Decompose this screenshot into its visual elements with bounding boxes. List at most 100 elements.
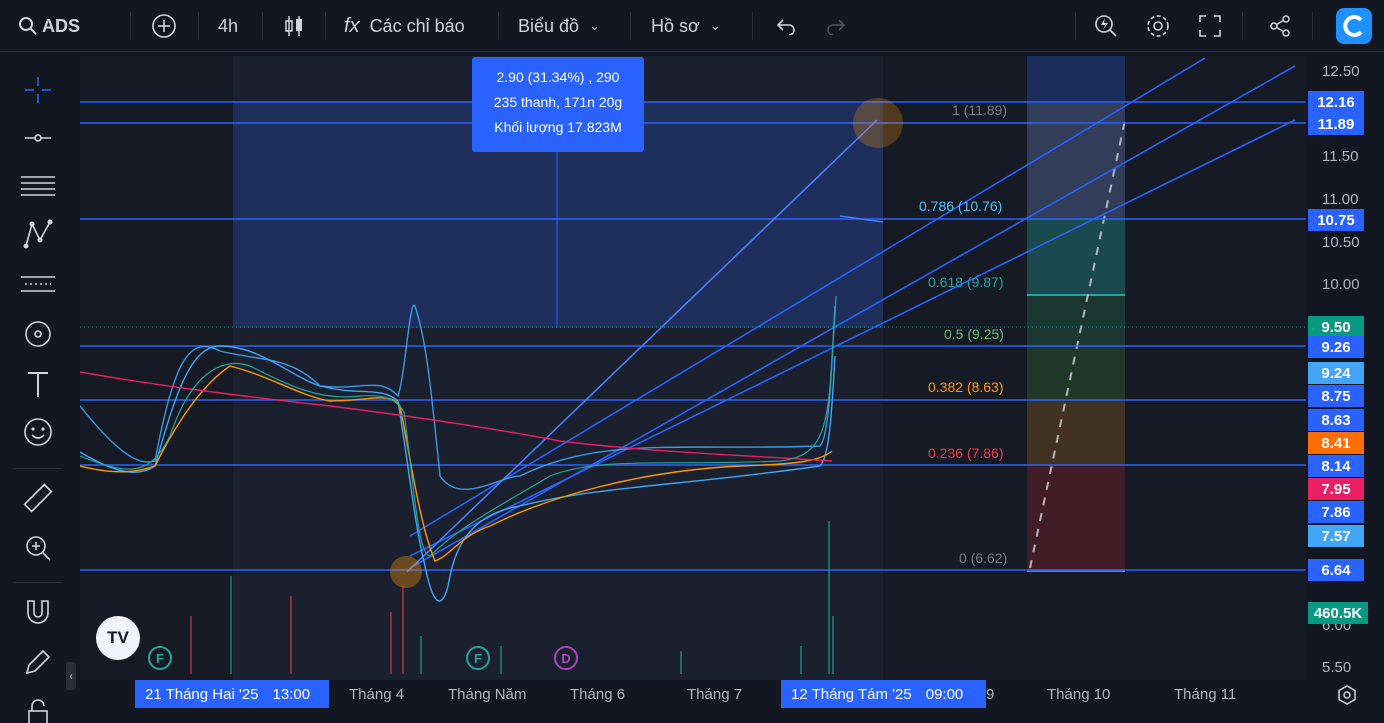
crosshair-icon: [25, 77, 51, 103]
range-start-date: 21 Tháng Hai '25: [145, 685, 259, 703]
time-label: Tháng 7: [687, 686, 743, 703]
price-badge: 11.89: [1308, 113, 1364, 135]
interval-button[interactable]: 4h: [218, 0, 238, 52]
trendline-tool[interactable]: [18, 118, 58, 158]
fib-level-1: 1 (11.89): [952, 102, 1007, 118]
gear-icon: [1338, 685, 1356, 705]
range-start-badge: 21 Tháng Hai '25 13:00: [135, 680, 329, 708]
price-badge: 7.86: [1308, 501, 1364, 523]
zoom-in-icon: [26, 536, 51, 561]
magnet-tool[interactable]: [18, 592, 58, 632]
price-badge: 8.14: [1308, 455, 1364, 477]
chevron-left-icon: ‹: [69, 670, 73, 682]
time-label-cut: 9: [986, 686, 995, 703]
quick-search-button[interactable]: [1092, 0, 1120, 52]
price-badge: 10.75: [1308, 209, 1364, 231]
share-icon: [1266, 12, 1294, 40]
brush-circle-icon: [25, 321, 51, 347]
crosshair-tool[interactable]: [18, 70, 58, 110]
fib-level-05: 0.5 (9.25): [944, 326, 1004, 342]
profile-menu-button[interactable]: Hồ sơ ⌄: [651, 0, 721, 52]
time-label: Tháng 10: [1047, 686, 1111, 703]
indicators-label: Các chỉ báo: [369, 15, 465, 36]
measure-volume: Khối lượng 17.823M: [494, 119, 622, 135]
top-toolbar: ADS 4h fx Các chỉ báo Biểu đồ ⌄ Hồ sơ ⌄: [0, 0, 1384, 52]
fib-level-0618: 0.618 (9.87): [928, 274, 1004, 290]
chart-pane[interactable]: 2.90 (31.34%) , 290 235 thanh, 171n 20g …: [80, 56, 1306, 680]
event-marker-f[interactable]: F: [466, 646, 490, 670]
lock-tool[interactable]: [18, 692, 58, 723]
lightning-search-icon: [1092, 12, 1120, 40]
price-badge: 9.26: [1308, 336, 1364, 358]
price-badge: 9.50: [1308, 316, 1364, 338]
price-badge: 6.64: [1308, 559, 1364, 581]
horizontal-lines-icon: [21, 176, 55, 196]
price-axis[interactable]: 12.50 11.50 11.00 10.50 10.00 6.00 5.50 …: [1306, 56, 1384, 680]
time-axis[interactable]: 21 Tháng Hai '25 13:00 Tháng 4 Tháng Năm…: [80, 680, 1306, 710]
indicators-button[interactable]: fx Các chỉ báo: [344, 0, 465, 52]
cursor-time: 09:00: [925, 685, 964, 703]
profile-menu-label: Hồ sơ: [651, 15, 700, 36]
chevron-down-icon: ⌄: [709, 18, 721, 33]
candles-icon: [280, 12, 308, 40]
shapes-tool[interactable]: [18, 314, 58, 354]
emoji-tool[interactable]: [18, 412, 58, 452]
time-label: Tháng 11: [1174, 686, 1237, 703]
forecast-tool[interactable]: [18, 264, 58, 304]
pencil-lock-icon: [25, 649, 51, 675]
settings-button[interactable]: [1144, 0, 1172, 52]
tradingview-logo[interactable]: TV: [96, 616, 140, 660]
redo-button[interactable]: [822, 0, 850, 52]
chart-menu-button[interactable]: Biểu đồ ⌄: [518, 0, 600, 52]
ruler-icon: [23, 483, 53, 513]
app-logo-icon: [1336, 8, 1372, 44]
pattern-tool[interactable]: [18, 214, 58, 254]
add-symbol-button[interactable]: [150, 0, 178, 52]
redo-icon: [822, 12, 850, 40]
cursor-date: 12 Tháng Tám '25: [791, 685, 912, 703]
price-tick: 10.00: [1322, 276, 1360, 293]
collapse-toolbar-button[interactable]: ‹: [66, 662, 76, 690]
fib-level-0: 0 (6.62): [959, 550, 1008, 566]
price-chart: [80, 56, 1306, 680]
price-tick: 12.50: [1322, 63, 1360, 80]
chart-type-button[interactable]: [280, 0, 308, 52]
time-label: Tháng 6: [570, 686, 626, 703]
range-start-time: 13:00: [272, 685, 311, 703]
event-marker-f[interactable]: F: [148, 646, 172, 670]
fib-tool[interactable]: [18, 166, 58, 206]
fib-level-0236: 0.236 (7.86): [928, 445, 1004, 461]
share-button[interactable]: [1266, 0, 1294, 52]
zoom-tool[interactable]: [18, 528, 58, 568]
measure-tooltip: 2.90 (31.34%) , 290 235 thanh, 171n 20g …: [472, 57, 644, 152]
lock-drawing-tool[interactable]: [18, 642, 58, 682]
forecast-icon: [21, 276, 55, 292]
lock-icon: [28, 699, 48, 723]
symbol-label: ADS: [42, 15, 81, 36]
app-logo[interactable]: [1336, 0, 1372, 52]
chevron-down-icon: ⌄: [589, 18, 600, 33]
cursor-time-badge: 12 Tháng Tám '25 09:00: [781, 680, 986, 708]
magnet-icon: [27, 600, 49, 624]
text-tool[interactable]: [18, 364, 58, 404]
price-badge: 7.95: [1308, 478, 1364, 500]
undo-button[interactable]: [772, 0, 800, 52]
undo-icon: [772, 12, 800, 40]
price-badge: 8.63: [1308, 409, 1364, 431]
fx-icon: fx: [344, 14, 360, 37]
search-icon: [14, 12, 42, 40]
drawing-toolbar: ‹: [0, 56, 76, 723]
chart-settings-button[interactable]: [1336, 684, 1358, 706]
pattern-icon: [23, 219, 53, 249]
time-label: Tháng Năm: [448, 686, 527, 703]
price-badge: 7.57: [1308, 525, 1364, 547]
event-marker-d[interactable]: D: [554, 646, 578, 670]
price-tick: 5.50: [1322, 659, 1352, 676]
price-badge: 12.16: [1308, 91, 1364, 113]
fullscreen-button[interactable]: [1196, 0, 1224, 52]
measure-tool[interactable]: [18, 478, 58, 518]
price-badge: 8.41: [1308, 432, 1364, 454]
price-tick: 11.50: [1322, 148, 1359, 165]
gear-icon: [1144, 12, 1172, 40]
symbol-search[interactable]: ADS: [14, 0, 80, 52]
